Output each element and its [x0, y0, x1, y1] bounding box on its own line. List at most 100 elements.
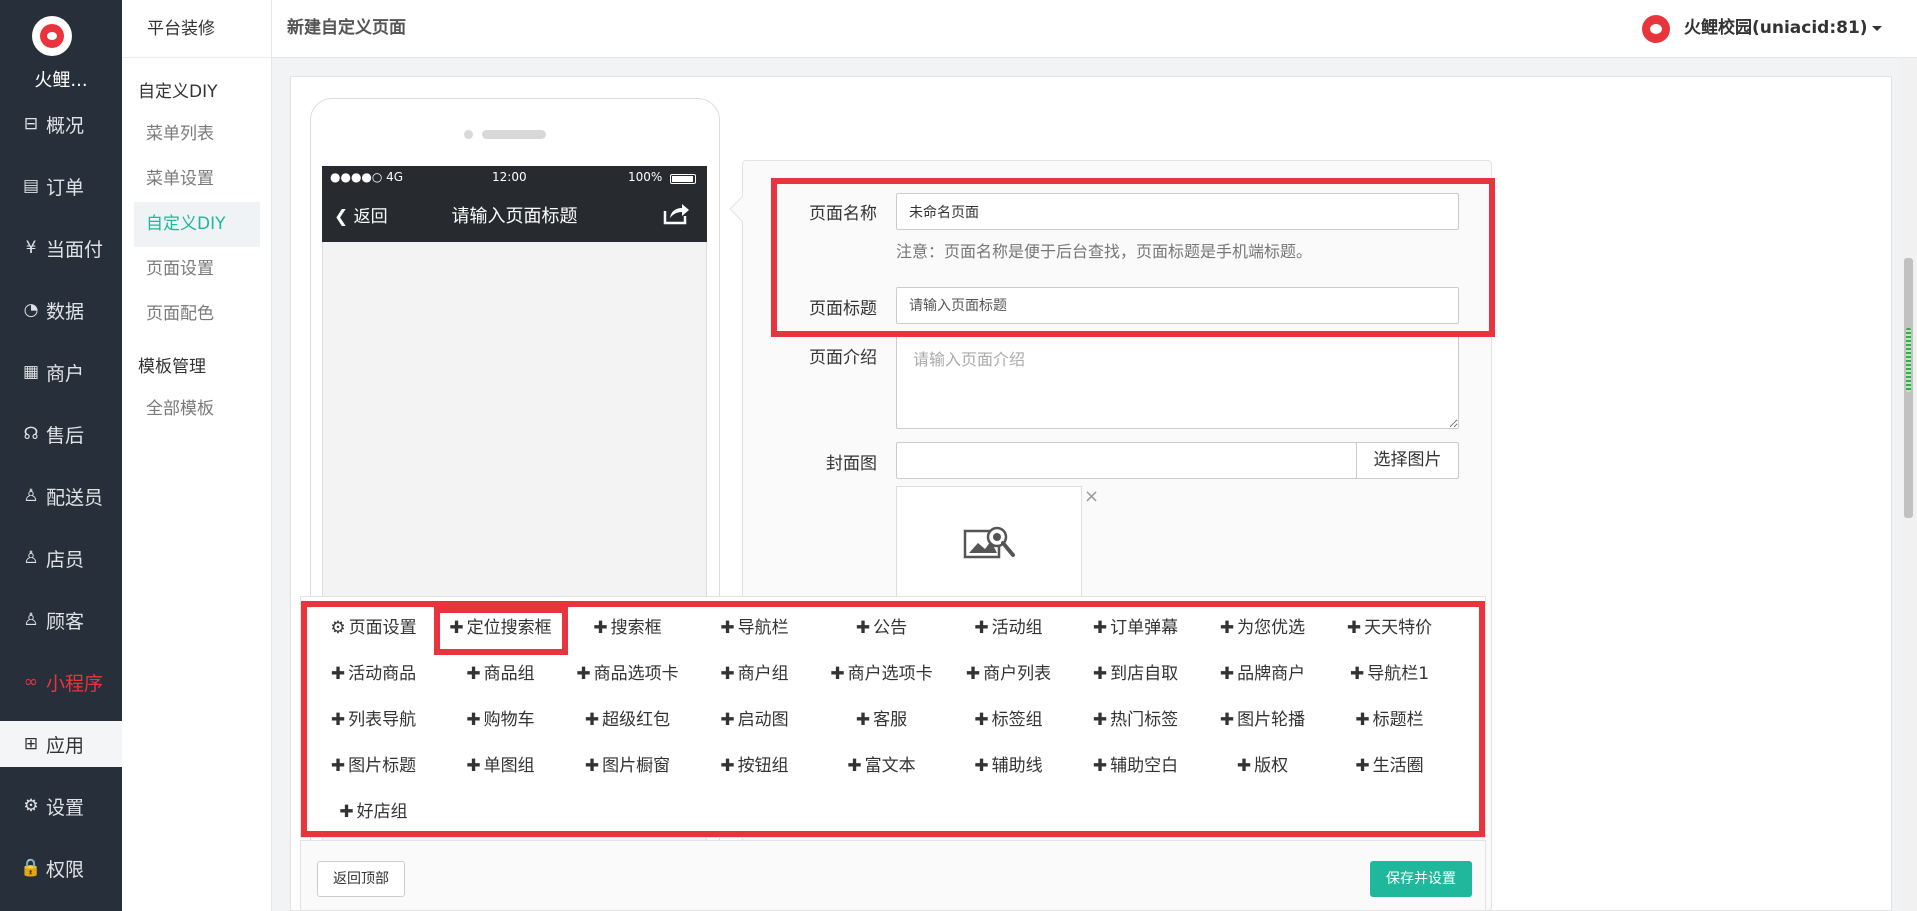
vertical-scrollbar[interactable] [1900, 58, 1917, 911]
component-button[interactable]: ✚ 商品选项卡 [564, 656, 691, 692]
component-label: 图片轮播 [1237, 710, 1306, 730]
component-button[interactable]: ✚ 单图组 [437, 748, 564, 784]
component-button[interactable]: ✚ 导航栏 [691, 610, 818, 646]
component-button[interactable]: ✚ 商户组 [691, 656, 818, 692]
page-name-input[interactable] [896, 193, 1459, 230]
plus-icon: ✚ [965, 664, 981, 684]
component-button[interactable]: ✚ 天天特价 [1326, 610, 1453, 646]
sidebar-item-store[interactable]: ▦ 商户 [0, 349, 122, 395]
component-button[interactable]: ✚ 商户列表 [945, 656, 1072, 692]
page-title: 新建自定义页面 [287, 18, 406, 38]
component-button[interactable]: ✚ 品牌商户 [1199, 656, 1326, 692]
page-intro-textarea[interactable] [896, 335, 1459, 429]
component-button[interactable]: ✚ 版权 [1199, 748, 1326, 784]
plus-icon: ✚ [720, 618, 735, 638]
component-label: 商户选项卡 [847, 664, 933, 684]
plus-icon: ✚ [466, 756, 481, 776]
scrollbar-grip[interactable] [1906, 328, 1911, 392]
component-button[interactable]: ✚ 启动图 [691, 702, 818, 738]
sub-sidebar-title: 平台装修 [122, 0, 272, 58]
component-button[interactable]: ✚ 公告 [818, 610, 945, 646]
sidebar-item-label: 小程序 [46, 672, 104, 695]
sidebar-item-settings[interactable]: ⚙ 设置 [0, 783, 122, 829]
component-button[interactable]: ✚ 为您优选 [1199, 610, 1326, 646]
component-label: 生活圈 [1372, 756, 1424, 776]
component-button[interactable]: ✚ 好店组 [310, 794, 437, 830]
sidebar-item-courier[interactable]: ♙ 配送员 [0, 473, 122, 519]
component-label: 按钮组 [737, 756, 789, 776]
component-button[interactable]: ✚ 客服 [818, 702, 945, 738]
component-button[interactable]: ✚ 富文本 [818, 748, 945, 784]
component-button[interactable]: ✚ 按钮组 [691, 748, 818, 784]
component-button[interactable]: ✚ 标签组 [945, 702, 1072, 738]
component-label: 定位搜索框 [466, 618, 552, 638]
component-button[interactable]: ✚ 图片标题 [310, 748, 437, 784]
apps-icon: ⊞ [23, 734, 39, 754]
component-button[interactable]: ✚ 活动组 [945, 610, 1072, 646]
brand-logo[interactable] [32, 16, 72, 56]
component-button[interactable]: ✚ 定位搜索框 [437, 610, 564, 646]
cover-image-input[interactable] [896, 442, 1357, 479]
subnav-item-page-settings[interactable]: 页面设置 [134, 247, 260, 292]
component-button[interactable]: ✚ 辅助空白 [1072, 748, 1199, 784]
component-button[interactable]: ✚ 导航栏1 [1326, 656, 1453, 692]
top-header: 新建自定义页面 火鲤校园(uniacid:81) [272, 0, 1917, 58]
close-icon[interactable]: × [1084, 486, 1099, 507]
subnav-item-menu-settings[interactable]: 菜单设置 [134, 157, 260, 202]
plus-icon: ✚ [1236, 756, 1252, 776]
sidebar-item-label: 当面付 [46, 238, 104, 261]
component-button[interactable]: ✚ 标题栏 [1326, 702, 1453, 738]
plus-icon: ✚ [1219, 618, 1235, 638]
sidebar-item-yen[interactable]: ¥ 当面付 [0, 225, 122, 271]
sidebar-item-miniprogram[interactable]: ∞ 小程序 [0, 659, 122, 705]
sidebar-item-lock[interactable]: 🔒 权限 [0, 845, 122, 891]
component-button[interactable]: ✚ 订单弹幕 [1072, 610, 1199, 646]
user-avatar[interactable] [1642, 15, 1670, 43]
share-icon[interactable] [662, 202, 690, 232]
sidebar-item-clerk[interactable]: ♙ 店员 [0, 535, 122, 581]
component-button[interactable]: ✚ 商品组 [437, 656, 564, 692]
plus-icon: ✚ [974, 618, 989, 638]
chevron-down-icon[interactable] [1872, 26, 1882, 31]
sidebar-item-order[interactable]: ▤ 订单 [0, 163, 122, 209]
yen-icon: ¥ [25, 238, 37, 258]
subnav-item-all-templates[interactable]: 全部模板 [134, 387, 260, 432]
component-button[interactable]: ✚ 活动商品 [310, 656, 437, 692]
component-button[interactable]: ✚ 图片橱窗 [564, 748, 691, 784]
component-button[interactable]: ✚ 热门标签 [1072, 702, 1199, 738]
plus-icon: ✚ [830, 664, 845, 684]
sidebar-item-chart[interactable]: ◔ 数据 [0, 287, 122, 333]
page-intro-label: 页面介绍 [809, 348, 877, 368]
component-button[interactable]: ✚ 搜索框 [564, 610, 691, 646]
component-button[interactable]: ✚ 列表导航 [310, 702, 437, 738]
component-label: 单图组 [483, 756, 535, 776]
component-button[interactable]: ✚ 生活圈 [1326, 748, 1453, 784]
component-label: 活动组 [991, 618, 1043, 638]
brand-name[interactable]: 火鲤... [0, 66, 122, 92]
component-label: 好店组 [356, 802, 408, 822]
component-button[interactable]: ✚ 到店自取 [1072, 656, 1199, 692]
sidebar-item-customer[interactable]: ♙ 顾客 [0, 597, 122, 643]
subnav-item-page-colors[interactable]: 页面配色 [134, 292, 260, 337]
page-title-input[interactable] [896, 287, 1459, 324]
subnav-item-menu-list[interactable]: 菜单列表 [134, 112, 260, 157]
component-button[interactable]: ⚙ 页面设置 [310, 610, 437, 646]
component-button[interactable]: ✚ 商户选项卡 [818, 656, 945, 692]
sidebar-item-service[interactable]: ☊ 售后 [0, 411, 122, 457]
component-button[interactable]: ✚ 辅助线 [945, 748, 1072, 784]
user-account-menu[interactable]: 火鲤校园(uniacid:81) [1684, 0, 1868, 56]
component-button[interactable]: ✚ 购物车 [437, 702, 564, 738]
sidebar-item-dashboard[interactable]: ⊟ 概况 [0, 101, 122, 147]
choose-image-button[interactable]: 选择图片 [1356, 442, 1459, 479]
image-placeholder-icon [963, 526, 1015, 559]
subnav-item-custom-diy[interactable]: 自定义DIY [134, 202, 260, 247]
component-button[interactable]: ✚ 超级红包 [564, 702, 691, 738]
back-to-top-button[interactable]: 返回顶部 [317, 861, 405, 897]
cover-image-preview[interactable] [896, 486, 1082, 606]
sidebar-item-apps[interactable]: ⊞ 应用 [0, 721, 122, 767]
component-button[interactable]: ✚ 图片轮播 [1199, 702, 1326, 738]
plus-icon: ✚ [847, 756, 862, 776]
sidebar-item-label: 权限 [46, 858, 85, 881]
status-time: 12:00 [492, 170, 527, 184]
save-and-set-button[interactable]: 保存并设置 [1370, 861, 1472, 897]
